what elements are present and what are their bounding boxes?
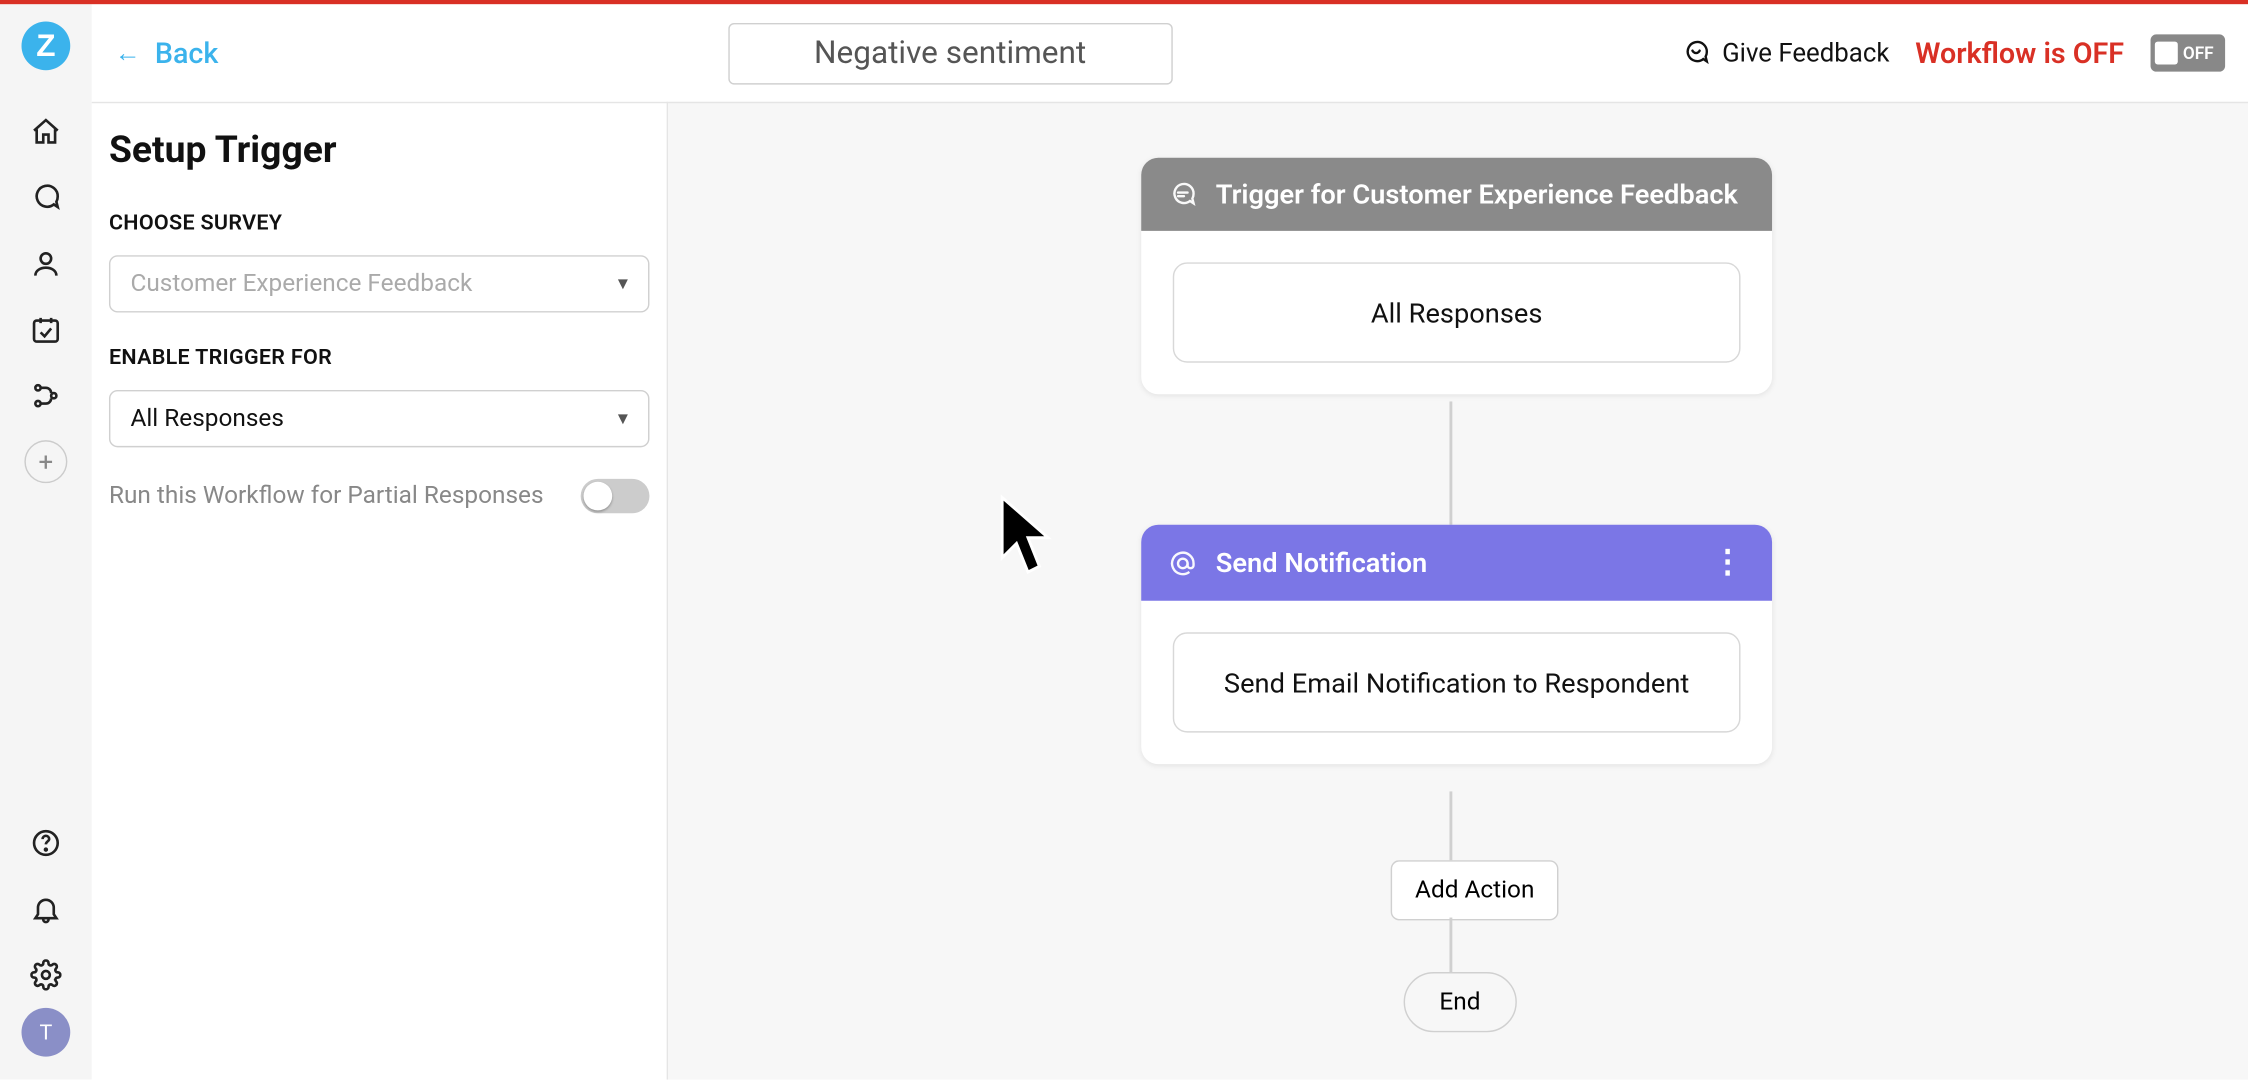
app-logo[interactable]: Z: [22, 22, 71, 71]
connector-line: [1449, 918, 1452, 975]
action-node[interactable]: Send Notification ⋮ Send Email Notificat…: [1141, 525, 1772, 764]
workflow-title-input[interactable]: Negative sentiment: [728, 22, 1172, 84]
top-bar: ← Back Negative sentiment Give Feedback …: [92, 4, 2248, 101]
nav-help-icon[interactable]: [22, 819, 71, 868]
nav-settings-icon[interactable]: [22, 951, 71, 1000]
feedback-icon: [1682, 39, 1711, 68]
partial-responses-toggle[interactable]: [581, 479, 650, 513]
end-node: End: [1404, 972, 1517, 1032]
panel-heading: Setup Trigger: [109, 129, 650, 172]
setup-trigger-panel: Setup Trigger CHOOSE SURVEY Customer Exp…: [92, 102, 668, 1080]
give-feedback-button[interactable]: Give Feedback: [1682, 38, 1889, 68]
back-button[interactable]: ← Back: [115, 36, 219, 70]
action-node-header: Send Notification ⋮: [1141, 525, 1772, 601]
action-node-menu-icon[interactable]: ⋮: [1712, 545, 1746, 581]
workflow-enable-toggle[interactable]: OFF: [2150, 34, 2225, 71]
nav-chat-icon[interactable]: [22, 173, 71, 222]
nav-user-icon[interactable]: [22, 239, 71, 288]
connector-line: [1449, 791, 1452, 860]
trigger-node[interactable]: Trigger for Customer Experience Feedback…: [1141, 158, 1772, 395]
nav-home-icon[interactable]: [22, 108, 71, 157]
trigger-node-title: Trigger for Customer Experience Feedback: [1216, 178, 1738, 211]
chevron-down-icon: ▾: [618, 407, 628, 430]
workflow-status-label: Workflow is OFF: [1915, 36, 2124, 70]
arrow-left-icon: ←: [115, 38, 141, 68]
choose-survey-value: Customer Experience Feedback: [130, 270, 472, 299]
choose-survey-select[interactable]: Customer Experience Feedback ▾: [109, 255, 650, 312]
chevron-down-icon: ▾: [618, 272, 628, 295]
toggle-knob: [2154, 42, 2177, 65]
choose-survey-label: CHOOSE SURVEY: [109, 209, 650, 235]
enable-trigger-label: ENABLE TRIGGER FOR: [109, 344, 650, 370]
workflow-canvas[interactable]: Trigger for Customer Experience Feedback…: [668, 102, 2248, 1080]
back-label: Back: [155, 36, 218, 70]
nav-workflow-icon[interactable]: [22, 371, 71, 420]
left-sidebar: Z + T: [0, 4, 92, 1079]
survey-icon: [1167, 178, 1199, 210]
switch-knob: [584, 482, 613, 511]
nav-bell-icon[interactable]: [22, 885, 71, 934]
action-node-title: Send Notification: [1216, 546, 1427, 579]
add-action-button[interactable]: Add Action: [1391, 860, 1559, 920]
partial-responses-label: Run this Workflow for Partial Responses: [109, 482, 544, 511]
nav-calendar-icon[interactable]: [22, 305, 71, 354]
action-node-body[interactable]: Send Email Notification to Respondent: [1173, 632, 1741, 732]
enable-trigger-select[interactable]: All Responses ▾: [109, 390, 650, 447]
trigger-node-header: Trigger for Customer Experience Feedback: [1141, 158, 1772, 231]
trigger-node-body[interactable]: All Responses: [1173, 262, 1741, 362]
feedback-label: Give Feedback: [1722, 38, 1889, 68]
at-icon: [1167, 547, 1199, 579]
connector-line: [1449, 401, 1452, 530]
sidebar-add-button[interactable]: +: [24, 440, 67, 483]
user-avatar[interactable]: T: [22, 1008, 71, 1057]
enable-trigger-value: All Responses: [130, 404, 283, 433]
toggle-label: OFF: [2183, 43, 2214, 63]
